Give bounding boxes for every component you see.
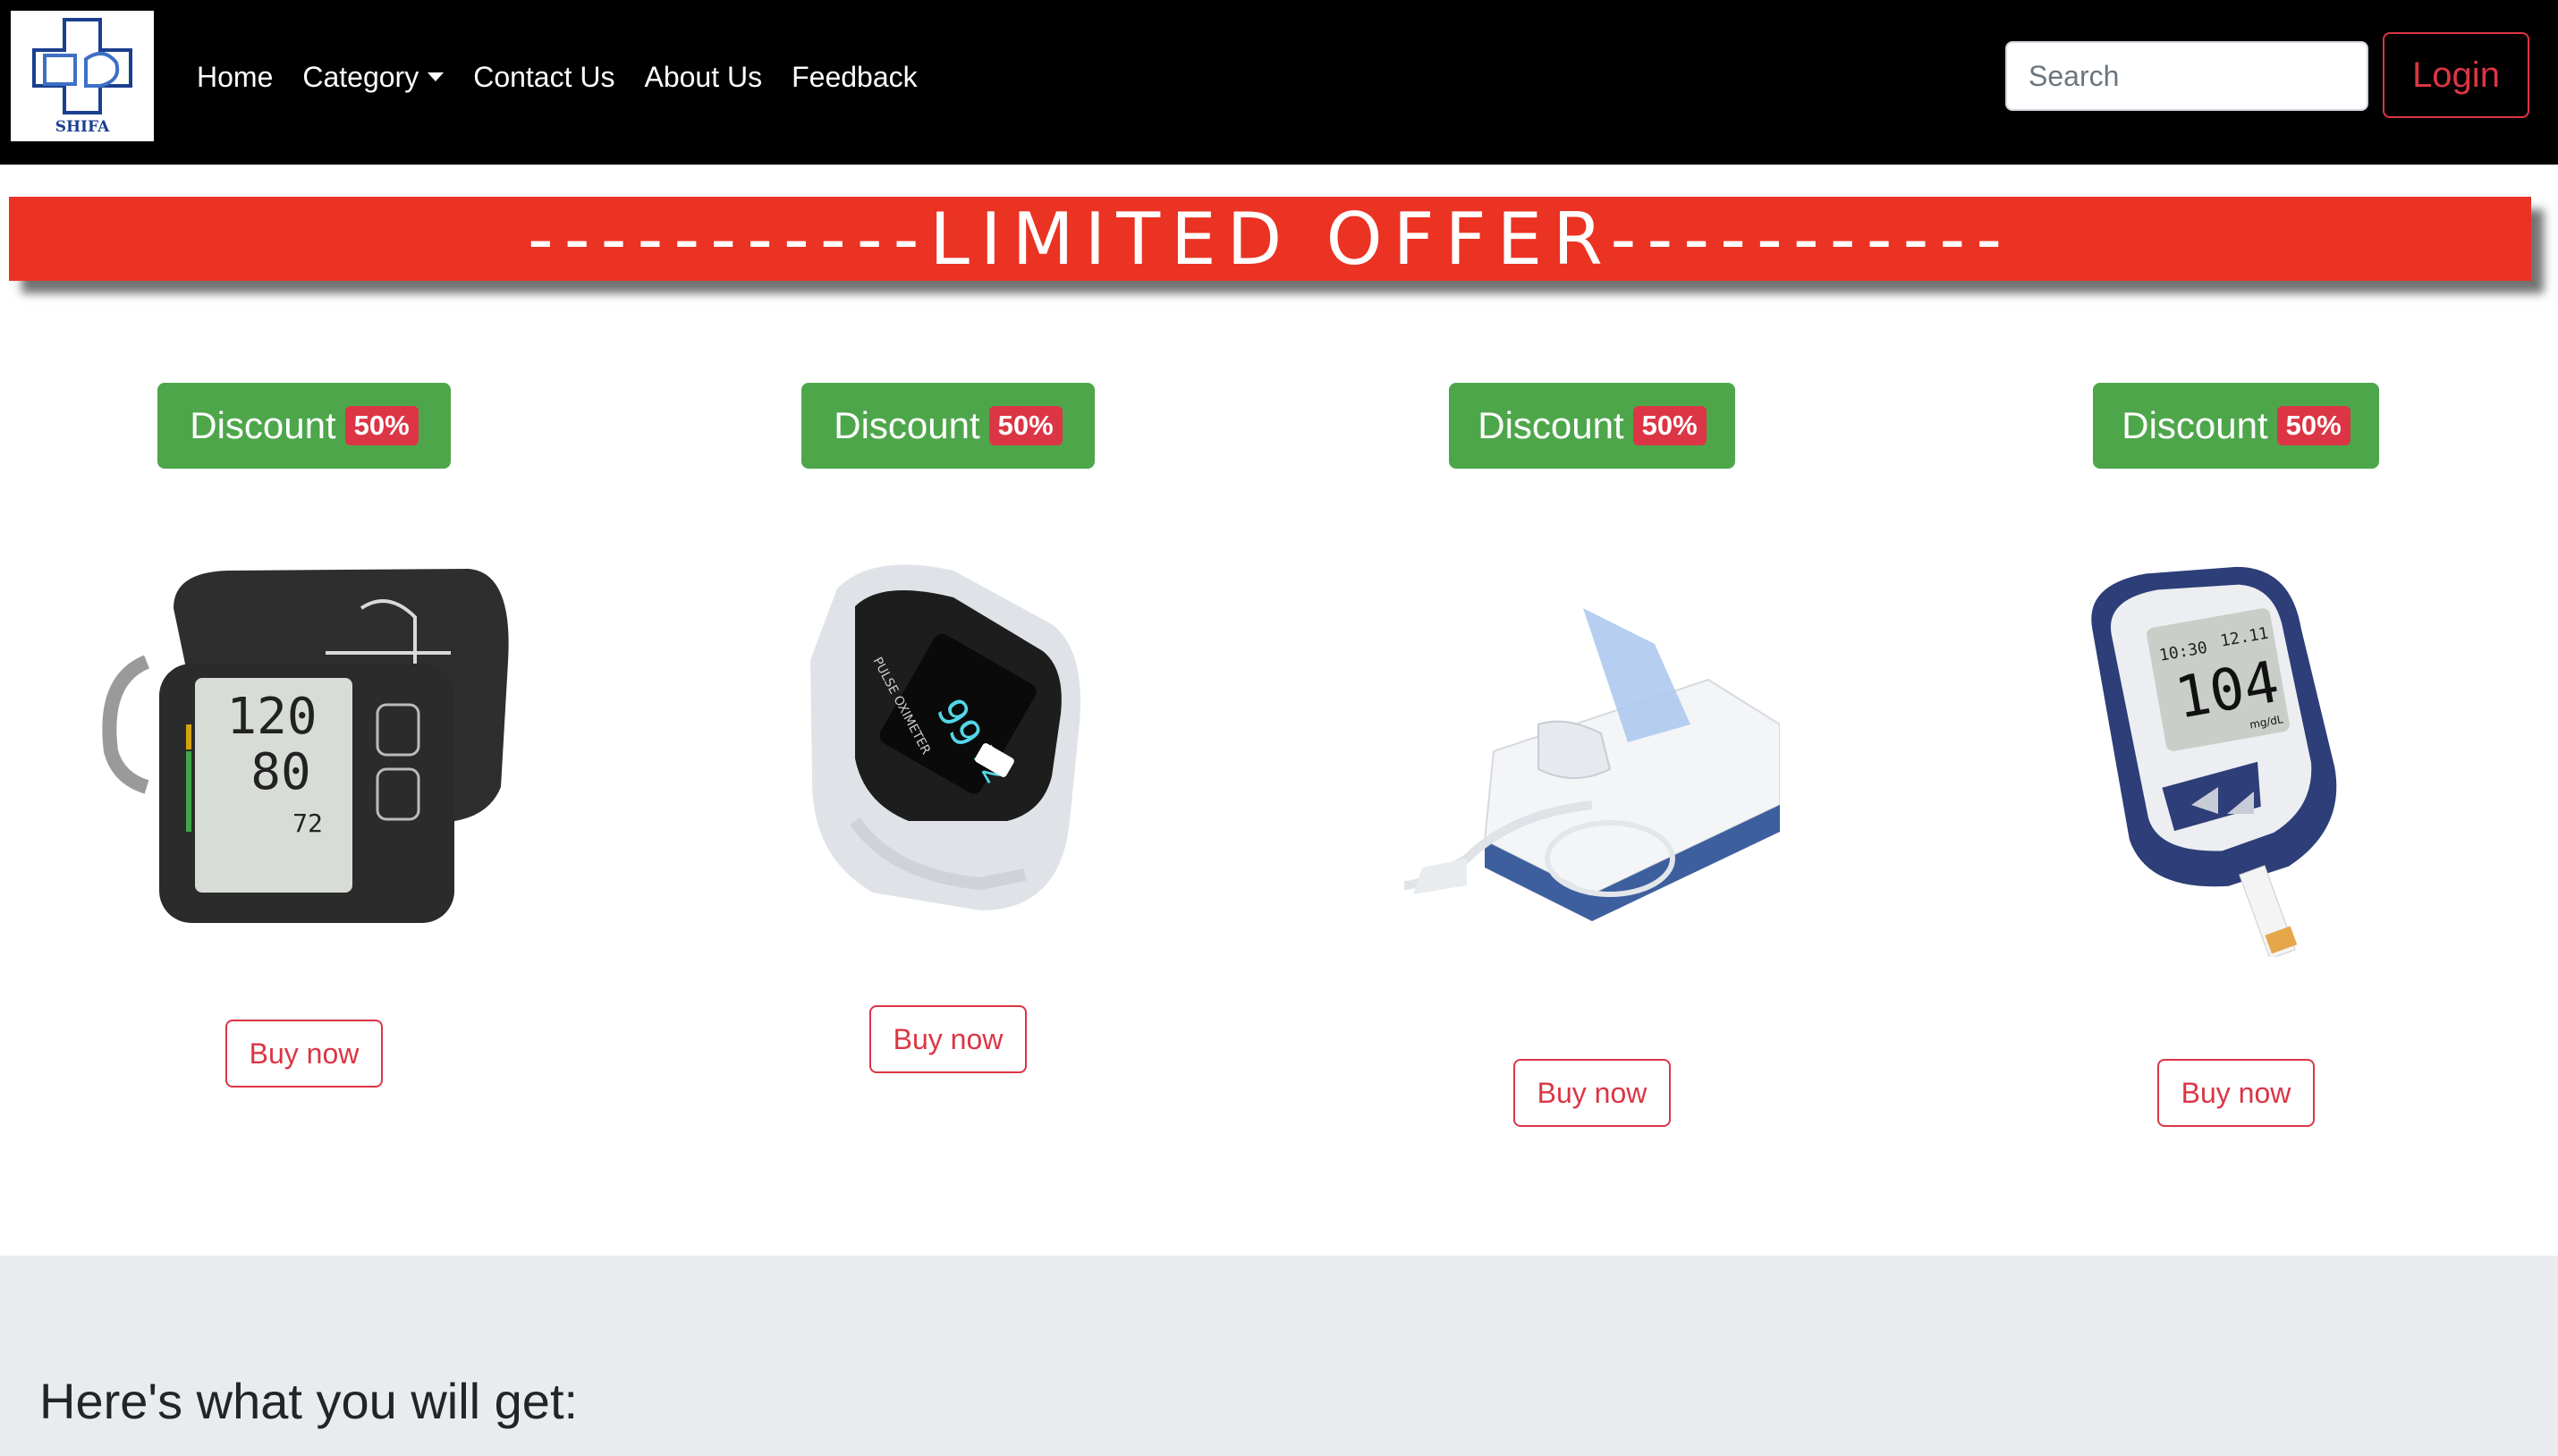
section-title: Here's what you will get: (39, 1373, 579, 1429)
login-button[interactable]: Login (2383, 32, 2529, 118)
bp-dia-reading: 80 (250, 743, 310, 801)
discount-label: Discount (2122, 404, 2268, 446)
discount-label: Discount (834, 404, 980, 446)
discount-badge: 50% (344, 406, 419, 445)
discount-tag[interactable]: Discount 50% (157, 383, 451, 469)
navbar: SHIFA Home Category Contact Us About Us … (0, 0, 2558, 165)
nav-category-dropdown[interactable]: Category (302, 55, 445, 98)
brand-logo[interactable]: SHIFA (11, 11, 154, 141)
blood-pressure-monitor-image[interactable]: 120 80 72 (93, 554, 513, 930)
bp-pul-reading: 72 (292, 808, 323, 838)
glucometer-image[interactable]: 10:30 12.11 104 mg/dL (2084, 554, 2370, 957)
discount-badge: 50% (1632, 406, 1707, 445)
buy-now-button[interactable]: Buy now (1513, 1059, 1671, 1127)
buy-now-button[interactable]: Buy now (2157, 1059, 2315, 1127)
nebulizer-image[interactable] (1386, 590, 1780, 930)
discount-badge: 50% (988, 406, 1063, 445)
nav-contact-us[interactable]: Contact Us (473, 55, 614, 98)
features-section: Here's what you will get: (0, 1256, 2558, 1456)
nav-feedback[interactable]: Feedback (792, 55, 918, 98)
buy-now-button[interactable]: Buy now (225, 1020, 383, 1088)
limited-offer-banner: -----------LIMITED OFFER----------- (9, 197, 2531, 281)
discount-badge: 50% (2276, 406, 2350, 445)
discount-tag[interactable]: Discount 50% (2093, 383, 2379, 469)
nav-links: Home Category Contact Us About Us Feedba… (197, 55, 918, 98)
buy-now-button[interactable]: Buy now (869, 1005, 1027, 1073)
nav-category-label: Category (302, 61, 419, 93)
discount-label: Discount (1478, 404, 1624, 446)
nav-home[interactable]: Home (197, 55, 273, 98)
discount-label: Discount (190, 404, 336, 446)
caret-down-icon (428, 72, 445, 81)
banner-text: -----------LIMITED OFFER----------- (527, 197, 2013, 281)
search-input[interactable] (2005, 41, 2368, 111)
nav-about-us[interactable]: About Us (644, 55, 762, 98)
discount-tag[interactable]: Discount 50% (1449, 383, 1735, 469)
brand-logo-text: SHIFA (55, 118, 110, 136)
discount-tag[interactable]: Discount 50% (801, 383, 1095, 469)
bp-sys-reading: 120 (226, 688, 317, 746)
pulse-oximeter-image[interactable]: 99 72 PULSE OXIMETER (801, 553, 1102, 919)
